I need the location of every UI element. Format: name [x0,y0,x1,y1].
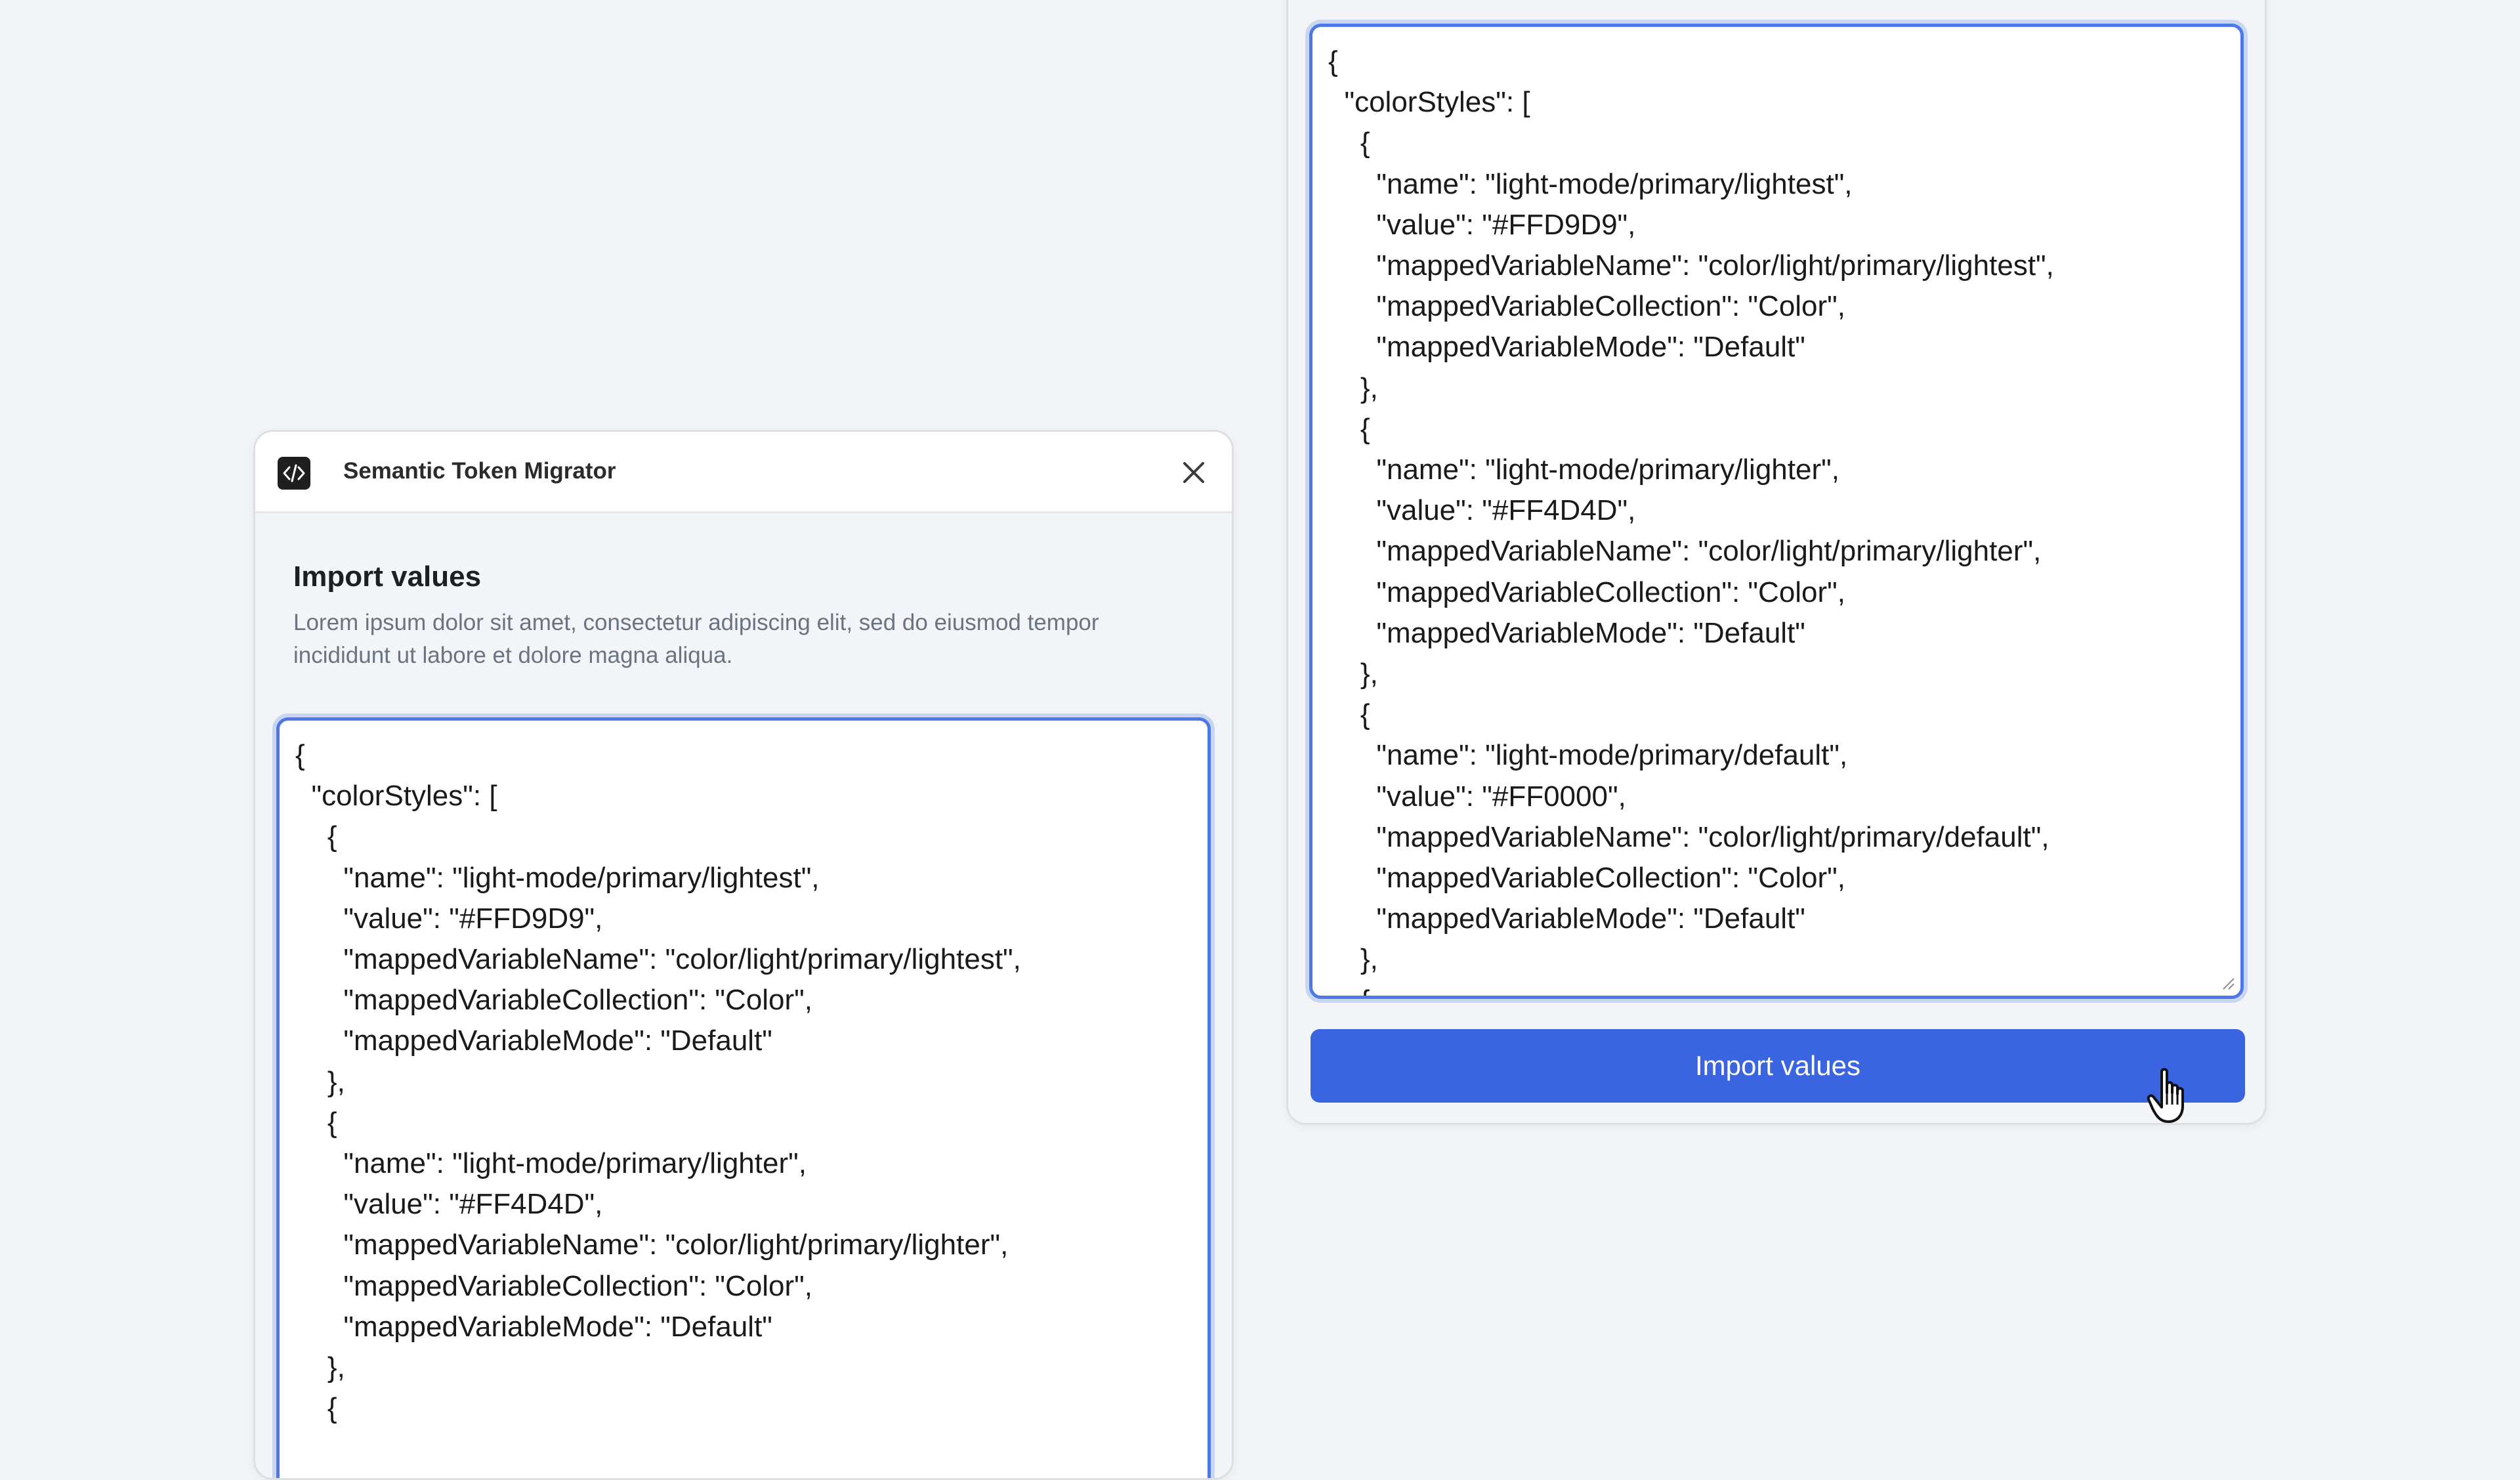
json-input-text: { "colorStyles": [ { "name": "light-mode… [295,739,1021,1425]
section-heading: Import values [293,560,482,593]
section-description: Lorem ipsum dolor sit amet, consectetur … [293,610,1099,668]
plugin-window: Semantic Token Migrator Import values Lo… [253,430,1234,1480]
close-icon [1183,462,1204,483]
title-bar: Semantic Token Migrator [255,432,1232,513]
plugin-window-scrolled: { "colorStyles": [ { "name": "light-mode… [1286,0,2267,1125]
json-input-text-scrolled: { "colorStyles": [ { "name": "light-mode… [1328,45,2054,996]
json-input-textarea-scrolled[interactable]: { "colorStyles": [ { "name": "light-mode… [1309,24,2244,999]
resize-grip-icon[interactable] [2219,975,2235,990]
import-values-button[interactable]: Import values [1311,1029,2245,1103]
close-button[interactable] [1174,453,1213,492]
window-title: Semantic Token Migrator [343,458,616,484]
code-icon [278,457,310,490]
json-input-textarea[interactable]: { "colorStyles": [ { "name": "light-mode… [276,717,1211,1478]
